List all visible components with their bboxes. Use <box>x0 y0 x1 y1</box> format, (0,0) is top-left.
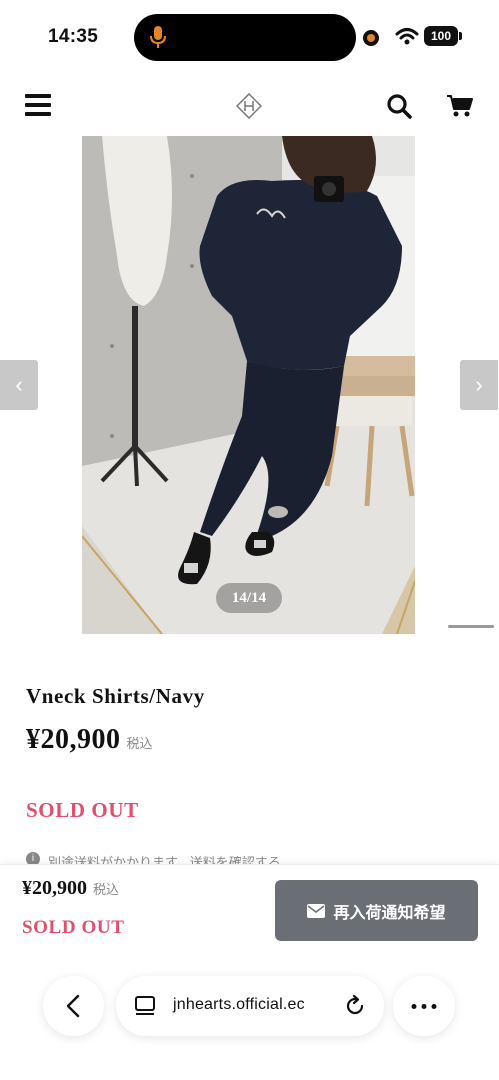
mail-icon <box>307 903 326 918</box>
cart-icon[interactable] <box>446 93 474 119</box>
camera-indicator-icon <box>363 30 379 46</box>
dynamic-island <box>134 14 356 61</box>
chevron-left-icon <box>66 994 80 1018</box>
sticky-purchase-bar: ¥20,900 税込 SOLD OUT 再入荷通知希望 <box>0 864 499 1080</box>
sold-out-label: SOLD OUT <box>26 798 139 822</box>
site-header <box>0 76 499 134</box>
product-price: ¥20,900 <box>26 724 121 755</box>
reload-icon[interactable] <box>343 994 367 1018</box>
slide-counter: 14/14 <box>216 583 282 613</box>
status-time: 14:35 <box>48 26 99 47</box>
browser-back-button[interactable] <box>43 976 104 1036</box>
product-gallery: ‹ › 14/14 <box>0 134 499 634</box>
price-row: ¥20,900 税込 <box>26 724 153 760</box>
more-options-button[interactable] <box>393 976 455 1036</box>
sticky-price-value: ¥20,900 <box>22 877 87 899</box>
more-dots-icon <box>411 1004 437 1009</box>
menu-icon[interactable] <box>25 94 51 116</box>
search-icon[interactable] <box>386 93 412 119</box>
address-bar[interactable]: jnhearts.official.ec <box>116 976 384 1036</box>
product-photo[interactable] <box>82 136 415 634</box>
browser-toolbar: jnhearts.official.ec <box>0 976 499 1036</box>
microphone-icon <box>150 26 166 48</box>
sticky-sold-out-label: SOLD OUT <box>22 917 125 938</box>
restock-notify-label: 再入荷通知希望 <box>333 902 446 922</box>
logo-icon[interactable] <box>236 93 262 119</box>
restock-notify-button[interactable]: 再入荷通知希望 <box>275 880 478 941</box>
battery-indicator: 100 <box>424 26 462 46</box>
status-bar: 14:35 100 <box>0 0 499 76</box>
page-tab-icon <box>135 996 155 1015</box>
product-title: Vneck Shirts/Navy <box>26 684 205 708</box>
wifi-icon <box>395 28 419 45</box>
gallery-prev-button[interactable]: ‹ <box>0 360 38 410</box>
gallery-next-button[interactable]: › <box>460 360 498 410</box>
sticky-tax-label: 税込 <box>93 882 120 897</box>
scroll-indicator <box>448 625 494 628</box>
tax-label: 税込 <box>126 736 153 751</box>
product-photo-illustration <box>82 136 415 634</box>
url-text: jnhearts.official.ec <box>173 996 305 1013</box>
sticky-price: ¥20,900 税込 <box>22 877 119 900</box>
